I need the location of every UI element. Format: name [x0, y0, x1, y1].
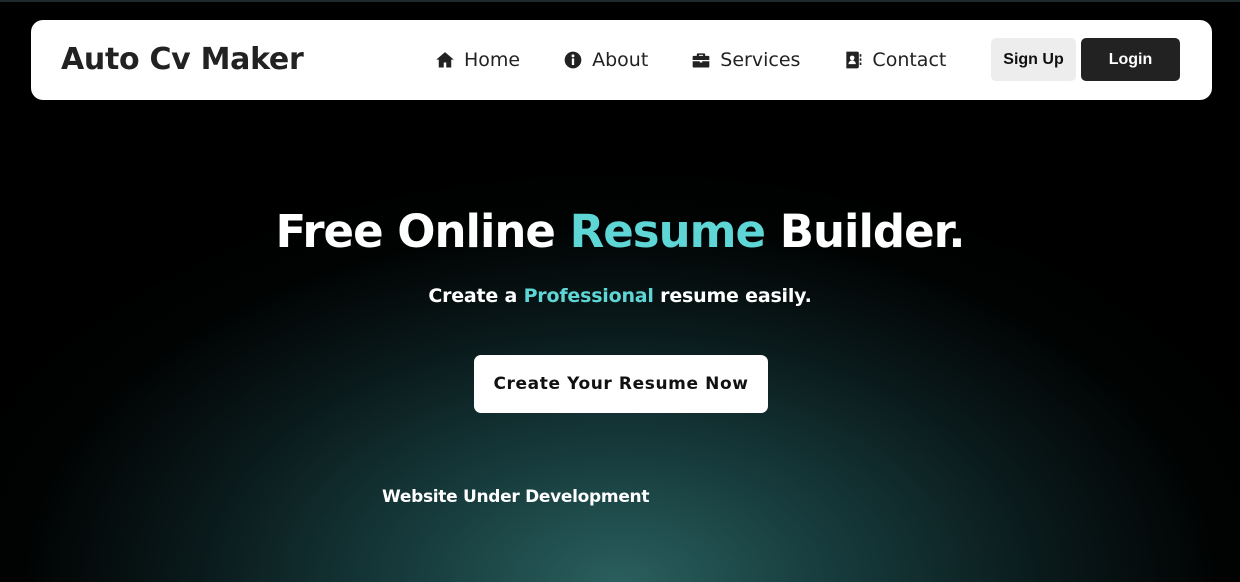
- top-border: [0, 0, 1240, 2]
- nav-item-label: Services: [720, 49, 801, 71]
- nav-item-home[interactable]: Home: [434, 49, 520, 71]
- home-icon: [434, 49, 456, 71]
- nav-item-label: Contact: [872, 49, 947, 71]
- briefcase-icon: [690, 49, 712, 71]
- nav-item-contact[interactable]: Contact: [842, 49, 946, 71]
- hero-subtitle: Create a Professional resume easily.: [0, 283, 1240, 309]
- hero-subtitle-accent: Professional: [523, 285, 654, 307]
- navbar: Auto Cv Maker Home About Services Contac…: [31, 20, 1212, 100]
- nav-item-about[interactable]: About: [562, 49, 648, 71]
- hero-subtitle-prefix: Create a: [428, 285, 524, 307]
- hero-title-accent: Resume: [569, 205, 766, 258]
- hero-title-suffix: Builder.: [765, 205, 966, 258]
- address-book-icon: [842, 49, 864, 71]
- nav-item-label: Home: [464, 49, 521, 71]
- nav-item-services[interactable]: Services: [690, 49, 800, 71]
- development-notice: Website Under Development: [382, 487, 650, 507]
- info-icon: [562, 49, 584, 71]
- create-resume-button[interactable]: Create Your Resume Now: [474, 355, 768, 413]
- nav-item-label: About: [592, 49, 649, 71]
- nav-links: Home About Services Contact: [434, 46, 988, 74]
- login-button[interactable]: Login: [1081, 38, 1180, 81]
- signup-button[interactable]: Sign Up: [991, 38, 1076, 81]
- hero-subtitle-suffix: resume easily.: [653, 285, 812, 307]
- brand-logo[interactable]: Auto Cv Maker: [61, 40, 304, 80]
- hero-title-prefix: Free Online: [275, 205, 570, 258]
- hero-title: Free Online Resume Builder.: [0, 204, 1240, 260]
